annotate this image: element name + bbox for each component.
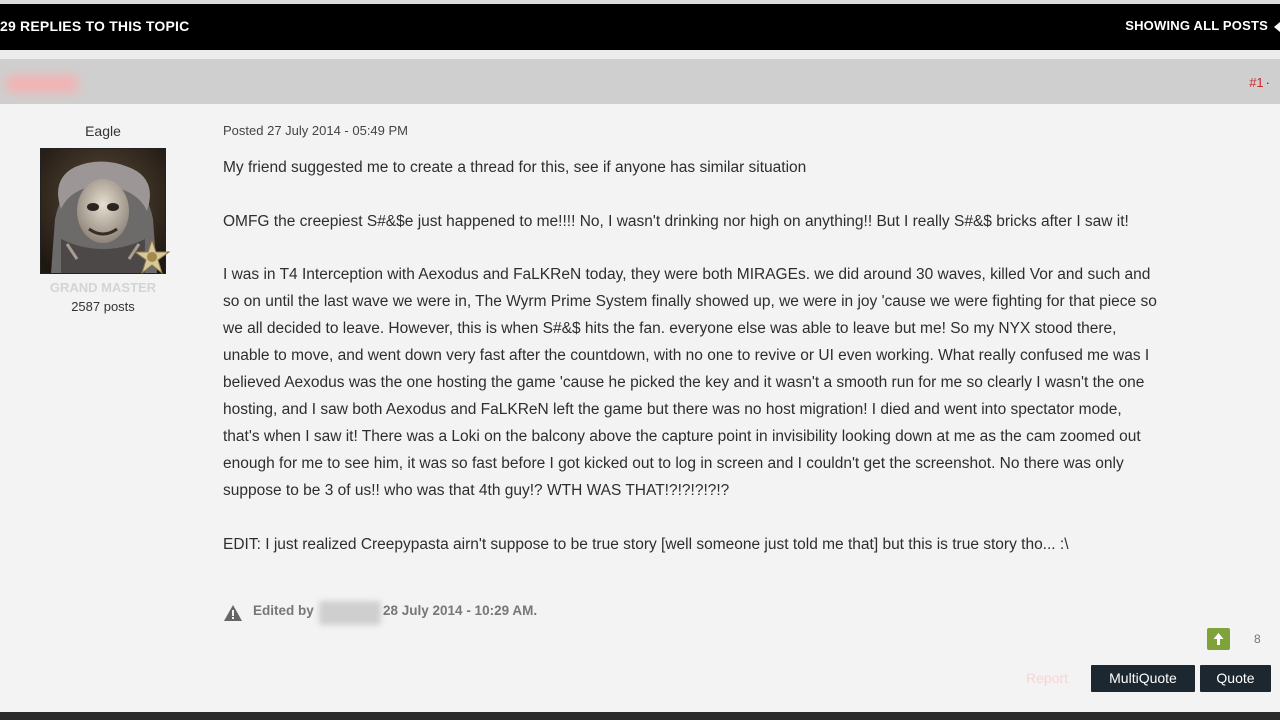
post-number-link[interactable]: #1 ·: [1249, 75, 1270, 90]
redacted-editor: [319, 601, 381, 625]
post-text-line: we all decided to leave. However, this i…: [223, 320, 1117, 337]
spacer: [0, 50, 1280, 59]
post-text-line: I was in T4 Interception with Aexodus an…: [223, 266, 1151, 283]
bottom-border: [0, 712, 1280, 720]
author-post-count: 2587 posts: [71, 299, 135, 314]
post-paragraph: I was in T4 Interception with Aexodus an…: [223, 261, 1273, 504]
post-paragraph: EDIT: I just realized Creepypasta airn't…: [223, 531, 1273, 558]
author-name[interactable]: Eagle: [0, 123, 206, 139]
post-body: My friend suggested me to create a threa…: [223, 154, 1273, 558]
arrow-up-icon: [1213, 633, 1224, 645]
post-text-line: hosting, and I saw both Aexodus and FaLK…: [223, 401, 1122, 418]
post-text-line: that's when I saw it! There was a Loki o…: [223, 428, 1141, 445]
post-paragraph: OMFG the creepiest S#&$e just happened t…: [223, 208, 1273, 235]
topic-header-bar: 29 REPLIES TO THIS TOPIC SHOWING ALL POS…: [0, 4, 1280, 50]
post-number[interactable]: #1: [1249, 75, 1263, 90]
warning-icon: [224, 605, 242, 621]
multiquote-button[interactable]: MultiQuote: [1091, 665, 1195, 692]
quote-button[interactable]: Quote: [1200, 665, 1271, 692]
post-paragraph: My friend suggested me to create a threa…: [223, 154, 1273, 181]
rank-star-icon: [133, 238, 171, 275]
post-header: #1 ·: [0, 59, 1280, 104]
author-rank: GRAND MASTER: [49, 280, 157, 295]
reputation-count: 8: [1254, 632, 1261, 646]
replies-count-label: 29 REPLIES TO THIS TOPIC: [0, 18, 190, 34]
post-text-line: believed Aexodus was the one hosting the…: [223, 374, 1145, 391]
reputation-upvote-button[interactable]: [1207, 628, 1230, 650]
post-text-line: so on until the last wave we were in, Th…: [223, 293, 1157, 310]
post-text-line: My friend suggested me to create a threa…: [223, 159, 807, 176]
edited-by-label: Edited by: [253, 603, 314, 618]
report-link[interactable]: Report: [1026, 670, 1068, 686]
redacted-username: [6, 75, 78, 93]
post-text-line: suppose to be 3 of us!! who was that 4th…: [223, 482, 730, 499]
post-text-line: EDIT: I just realized Creepypasta airn't…: [223, 536, 1069, 553]
post-text-line: unable to move, and went down very fast …: [223, 347, 1150, 364]
post-date: Posted 27 July 2014 - 05:49 PM: [223, 123, 409, 138]
edited-date: 28 July 2014 - 10:29 AM.: [383, 603, 538, 618]
showing-all-posts-label[interactable]: SHOWING ALL POSTS: [1125, 18, 1268, 33]
post-text-line: OMFG the creepiest S#&$e just happened t…: [223, 213, 1129, 230]
chevron-left-icon[interactable]: [1274, 22, 1280, 32]
post-text-line: enough for me to see him, it was so fast…: [223, 455, 1124, 472]
